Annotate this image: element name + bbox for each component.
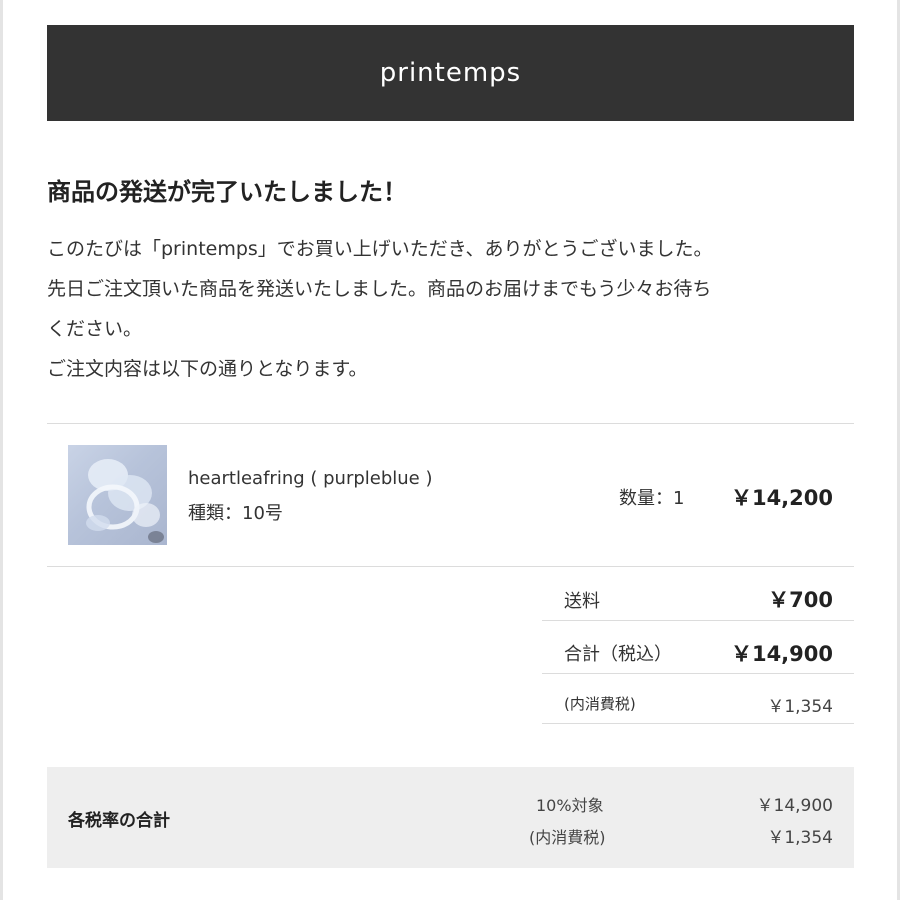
divider — [542, 723, 854, 724]
tax-included-label: (内消費税) — [529, 828, 606, 847]
store-header: printemps — [47, 25, 854, 121]
included-tax-value: ￥1,354 — [767, 697, 833, 717]
tax-rate-label: 10%対象 — [536, 796, 604, 815]
product-photo-ring-icon — [86, 459, 164, 543]
tax-breakdown-title: 各税率の合計 — [68, 811, 170, 831]
message-line: ご注文内容は以下の通りとなります。 — [47, 358, 368, 380]
message-line: このたびは「printemps」でお買い上げいただき、ありがとうございました。 — [47, 238, 713, 260]
message-line: 先日ご注文頂いた商品を発送いたしました。商品のお届けまでもう少々お待ち — [47, 278, 712, 300]
email-page: printemps 商品の発送が完了いたしました！ このたびは「printemp… — [0, 0, 900, 900]
page-edge-left — [0, 0, 3, 900]
tax-rate-value: ￥14,900 — [756, 796, 833, 816]
store-name[interactable]: printemps — [380, 58, 521, 88]
divider — [542, 620, 854, 621]
message-line: ください。 — [47, 318, 143, 340]
product-image[interactable] — [68, 445, 167, 545]
product-variant: 種類：10号 — [188, 503, 283, 524]
shipping-label: 送料 — [564, 591, 600, 612]
product-quantity: 数量：1 — [619, 488, 685, 509]
product-price: ￥14,200 — [730, 486, 833, 510]
shipping-complete-headline: 商品の発送が完了いたしました！ — [47, 178, 407, 206]
tax-included-value: ￥1,354 — [767, 828, 833, 848]
product-name[interactable]: heartleafring ( purpleblue ) — [188, 468, 433, 489]
message-body: このたびは「printemps」でお買い上げいただき、ありがとうございました。 … — [47, 229, 854, 389]
total-value: ￥14,900 — [730, 642, 833, 666]
divider — [542, 673, 854, 674]
divider — [47, 423, 854, 424]
included-tax-label: (内消費税) — [564, 695, 636, 713]
shipping-value: ￥700 — [768, 588, 833, 612]
total-label: 合計（税込） — [564, 644, 672, 665]
divider — [47, 566, 854, 567]
